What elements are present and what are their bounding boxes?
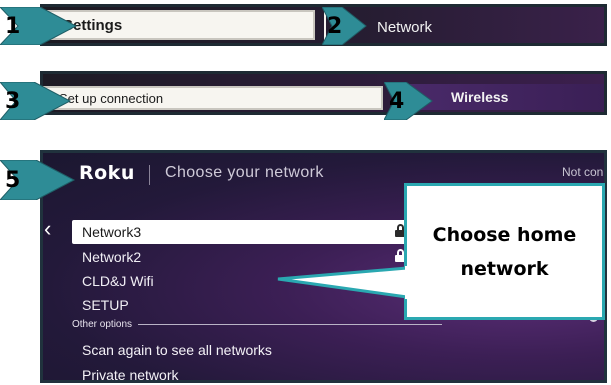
step-badge-2: 2 <box>322 7 368 45</box>
screen-title: Choose your network <box>165 164 324 181</box>
menu-item-set-up-connection-label: Set up connection <box>59 90 164 106</box>
connection-status: Not conn <box>562 165 607 179</box>
network-name: SETUP <box>82 297 129 313</box>
callout-text: Choose home network <box>432 223 577 280</box>
menu-item-network-label: Network <box>377 18 433 36</box>
step-badge-3: 3 <box>0 82 72 120</box>
step-badge-5: 5 <box>0 160 76 200</box>
menu-item-settings[interactable]: Settings <box>47 10 315 40</box>
option-private-network[interactable]: Private network <box>82 367 178 380</box>
network-item-network2[interactable]: Network2 <box>72 245 457 269</box>
network-item-cldj-wifi[interactable]: CLD&J Wifi <box>72 269 457 293</box>
network-name: Network3 <box>82 224 142 240</box>
step-number: 4 <box>389 88 405 114</box>
network-item-setup[interactable]: SETUP <box>72 293 457 317</box>
step-number: 3 <box>5 88 21 114</box>
option-scan-again[interactable]: Scan again to see all networks <box>82 342 272 358</box>
network-item-network3[interactable]: Network3 <box>72 220 457 244</box>
network-name: CLD&J Wifi <box>82 273 154 289</box>
step-number: 5 <box>5 167 21 193</box>
other-options-label: Other options <box>72 319 133 330</box>
menu-item-wireless-label: Wireless <box>451 89 509 105</box>
network-name: Network2 <box>82 249 142 265</box>
step-badge-4: 4 <box>384 82 434 120</box>
step-number: 1 <box>5 13 21 39</box>
step-badge-1: 1 <box>0 7 78 45</box>
callout-box: Choose home network <box>404 183 605 320</box>
header-divider <box>149 165 150 185</box>
chevron-left-icon[interactable]: ‹ <box>44 216 51 242</box>
roku-logo: Roku <box>79 162 135 184</box>
other-options-separator: Other options <box>72 319 442 330</box>
menu-item-network[interactable]: Network <box>365 15 432 39</box>
menu-strip-connection-wireless: Set up connection Wireless <box>40 71 607 115</box>
step-number: 2 <box>327 13 343 39</box>
menu-item-set-up-connection[interactable]: Set up connection <box>43 86 383 110</box>
